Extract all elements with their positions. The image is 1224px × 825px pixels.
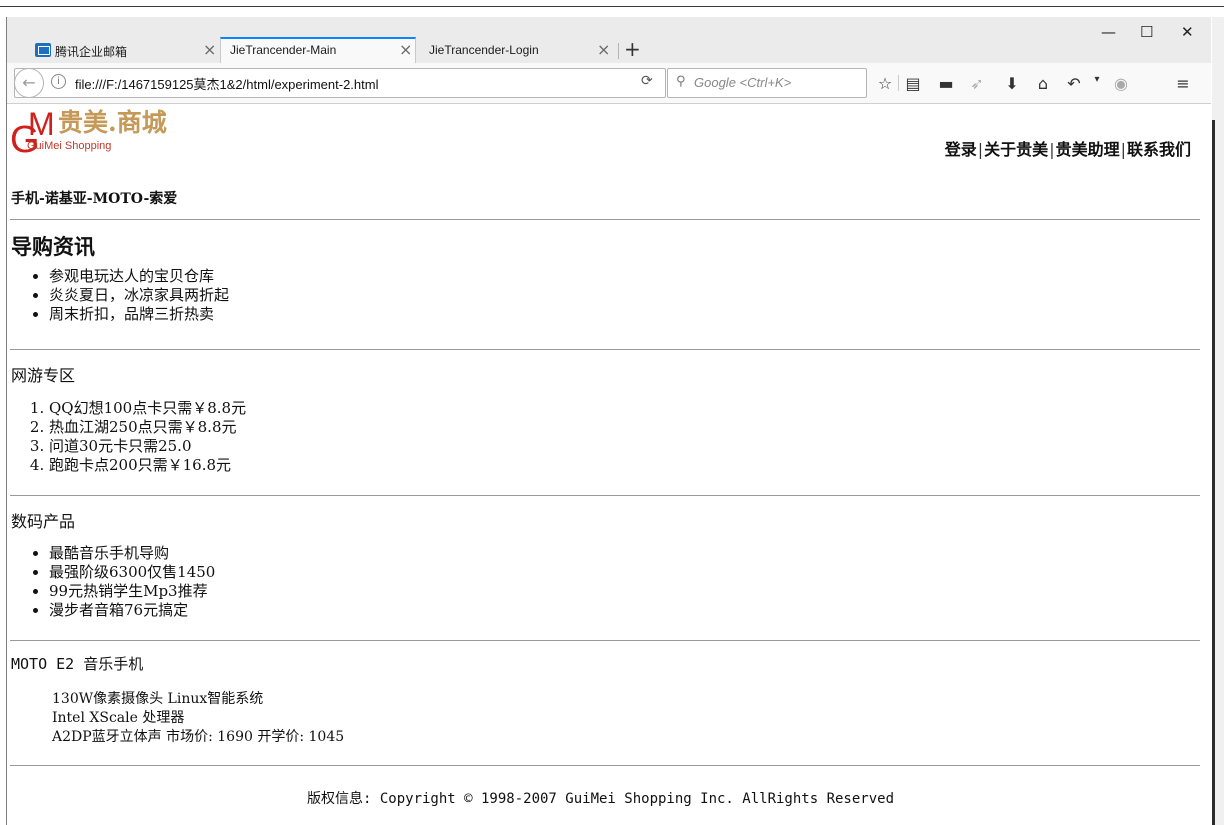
- browser-window: 腾讯企业邮箱 × JieTrancender-Main × JieTrancen…: [7, 17, 1211, 825]
- search-input[interactable]: ⚲ Google <Ctrl+K>: [667, 68, 867, 98]
- download-icon[interactable]: ⬇: [1002, 74, 1022, 93]
- list-item[interactable]: 问道30元卡只需25.0: [49, 437, 246, 456]
- tab-separator: [618, 43, 619, 59]
- tab-main[interactable]: JieTrancender-Main ×: [220, 37, 416, 65]
- spec-line: A2DP蓝牙立体声 市场价: 1690 开学价: 1045: [52, 729, 345, 745]
- tab-title: JieTrancender-Main: [230, 43, 337, 57]
- logo-chinese-text: 贵美.商城: [58, 108, 167, 137]
- info-icon[interactable]: i: [51, 74, 66, 89]
- new-tab-button[interactable]: +: [624, 37, 641, 61]
- list-item[interactable]: 最强阶级6300仅售1450: [49, 563, 215, 582]
- url-bar[interactable]: ← i file:///F:/1467159125莫杰1&2/html/expe…: [14, 68, 666, 98]
- toolbar-separator: [898, 75, 899, 91]
- chevron-down-icon[interactable]: ▾: [1087, 74, 1107, 85]
- tab-login[interactable]: JieTrancender-Login ×: [417, 39, 615, 63]
- tab-mail[interactable]: 腾讯企业邮箱 ×: [27, 39, 219, 63]
- adblock-icon[interactable]: ◉: [1111, 74, 1131, 93]
- divider: [10, 765, 1200, 766]
- back-arrow-icon[interactable]: ←: [14, 68, 44, 98]
- maximize-icon[interactable]: ☐: [1140, 23, 1153, 41]
- spec-line: Intel XScale 处理器: [52, 710, 185, 726]
- divider: [10, 219, 1200, 220]
- nav-separator: |: [1049, 140, 1055, 159]
- logo-english-text: GuiMei Shopping: [27, 140, 112, 152]
- nav-link-assistant[interactable]: 贵美助理: [1056, 140, 1120, 159]
- mail-icon: [35, 43, 51, 57]
- page-content: G M 贵美.商城 GuiMei Shopping 登录|关于贵美|贵美助理|联…: [7, 104, 1211, 825]
- divider: [10, 495, 1200, 496]
- category-links[interactable]: 手机-诺基亚-MOTO-索爱: [11, 188, 177, 208]
- search-placeholder: Google <Ctrl+K>: [694, 75, 792, 90]
- home-icon[interactable]: ⌂: [1033, 74, 1053, 93]
- top-nav: 登录|关于贵美|贵美助理|联系我们: [945, 136, 1191, 160]
- list-item[interactable]: 热血江湖250点只需￥8.8元: [49, 418, 246, 437]
- list-item[interactable]: 漫步者音箱76元搞定: [49, 601, 215, 620]
- navigation-toolbar: ← i file:///F:/1467159125莫杰1&2/html/expe…: [7, 63, 1211, 104]
- copyright-footer: 版权信息: Copyright © 1998-2007 GuiMei Shopp…: [307, 791, 895, 807]
- window-close-icon[interactable]: ✕: [1181, 23, 1194, 41]
- list-item[interactable]: 99元热销学生Mp3推荐: [49, 582, 215, 601]
- list-item[interactable]: 跑跑卡点200只需￥16.8元: [49, 456, 246, 475]
- close-icon[interactable]: ×: [399, 40, 412, 59]
- guide-list: 参观电玩达人的宝贝仓库 炎炎夏日，冰凉家具两折起 周末折扣，品牌三折热卖: [11, 267, 229, 324]
- url-text[interactable]: file:///F:/1467159125莫杰1&2/html/experime…: [75, 74, 378, 93]
- list-item[interactable]: 炎炎夏日，冰凉家具两折起: [49, 286, 229, 305]
- digital-heading: 数码产品: [11, 512, 76, 531]
- menu-icon[interactable]: ≡: [1173, 74, 1193, 93]
- product-heading: MOTO E2 音乐手机: [11, 655, 144, 673]
- search-icon: ⚲: [676, 74, 686, 89]
- bookmark-star-icon[interactable]: ☆: [875, 74, 895, 93]
- send-icon[interactable]: ➶: [967, 74, 987, 93]
- logo-m-icon: M: [28, 106, 55, 142]
- nav-separator: |: [977, 140, 984, 159]
- tab-bar: 腾讯企业邮箱 × JieTrancender-Main × JieTrancen…: [7, 17, 1211, 65]
- site-logo[interactable]: G M 贵美.商城 GuiMei Shopping: [10, 107, 210, 167]
- nav-separator: |: [1120, 140, 1126, 159]
- list-item[interactable]: 最酷音乐手机导购: [49, 544, 215, 563]
- close-icon[interactable]: ×: [597, 40, 610, 59]
- right-edge-shadow: [1212, 120, 1215, 825]
- history-back-icon[interactable]: ↶: [1064, 74, 1084, 93]
- divider: [10, 640, 1200, 641]
- tab-title: 腾讯企业邮箱: [55, 45, 128, 59]
- tab-title: JieTrancender-Login: [429, 43, 539, 57]
- spec-line: 130W像素摄像头 Linux智能系统: [52, 691, 264, 707]
- games-heading: 网游专区: [11, 366, 76, 385]
- close-icon[interactable]: ×: [203, 40, 216, 59]
- reading-list-icon[interactable]: ▤: [903, 74, 923, 93]
- folder-icon[interactable]: ▬: [936, 74, 956, 93]
- screen-top-border: [0, 6, 1224, 7]
- guide-heading: 导购资讯: [11, 234, 95, 259]
- minimize-icon[interactable]: —: [1101, 23, 1116, 41]
- list-item[interactable]: QQ幻想100点卡只需￥8.8元: [49, 399, 246, 418]
- reload-icon[interactable]: ⟳: [641, 73, 653, 89]
- digital-list: 最酷音乐手机导购 最强阶级6300仅售1450 99元热销学生Mp3推荐 漫步者…: [11, 544, 215, 620]
- divider: [10, 349, 1200, 350]
- product-specs: 130W像素摄像头 Linux智能系统 Intel XScale 处理器 A2D…: [52, 690, 344, 747]
- games-list: QQ幻想100点卡只需￥8.8元 热血江湖250点只需￥8.8元 问道30元卡只…: [11, 399, 246, 475]
- nav-link-about[interactable]: 关于贵美: [984, 140, 1048, 159]
- nav-link-login[interactable]: 登录: [945, 140, 977, 159]
- nav-link-contact[interactable]: 联系我们: [1127, 140, 1191, 159]
- list-item[interactable]: 参观电玩达人的宝贝仓库: [49, 267, 229, 286]
- list-item[interactable]: 周末折扣，品牌三折热卖: [49, 305, 229, 324]
